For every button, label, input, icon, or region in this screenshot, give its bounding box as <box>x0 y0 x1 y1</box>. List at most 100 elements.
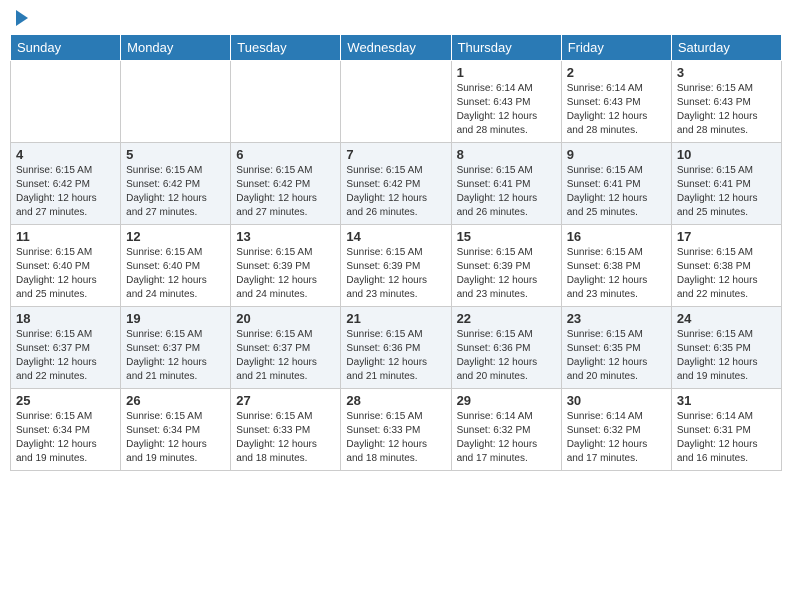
day-info: Sunrise: 6:15 AM Sunset: 6:37 PM Dayligh… <box>126 328 225 384</box>
day-number: 24 <box>677 311 776 326</box>
day-info: Sunrise: 6:15 AM Sunset: 6:37 PM Dayligh… <box>16 328 115 384</box>
calendar-cell: 27 Sunrise: 6:15 AM Sunset: 6:33 PM Dayli… <box>231 389 341 471</box>
day-number: 12 <box>126 229 225 244</box>
day-number: 7 <box>346 147 445 162</box>
day-info: Sunrise: 6:15 AM Sunset: 6:43 PM Dayligh… <box>677 82 776 138</box>
day-number: 20 <box>236 311 335 326</box>
day-info: Sunrise: 6:15 AM Sunset: 6:36 PM Dayligh… <box>346 328 445 384</box>
calendar-cell: 22 Sunrise: 6:15 AM Sunset: 6:36 PM Dayli… <box>451 307 561 389</box>
calendar-week-row: 4 Sunrise: 6:15 AM Sunset: 6:42 PM Daylig… <box>11 143 782 225</box>
day-number: 8 <box>457 147 556 162</box>
day-info: Sunrise: 6:15 AM Sunset: 6:39 PM Dayligh… <box>346 246 445 302</box>
calendar-cell: 20 Sunrise: 6:15 AM Sunset: 6:37 PM Dayli… <box>231 307 341 389</box>
day-number: 17 <box>677 229 776 244</box>
day-number: 9 <box>567 147 666 162</box>
day-header-thursday: Thursday <box>451 35 561 61</box>
calendar-cell: 29Sunrise: 6:14 AM Sunset: 6:32 PM Dayli… <box>451 389 561 471</box>
calendar-cell: 30 Sunrise: 6:14 AM Sunset: 6:32 PM Dayli… <box>561 389 671 471</box>
day-info: Sunrise: 6:15 AM Sunset: 6:34 PM Dayligh… <box>16 410 115 466</box>
calendar-cell: 3 Sunrise: 6:15 AM Sunset: 6:43 PM Daylig… <box>671 61 781 143</box>
day-info: Sunrise: 6:15 AM Sunset: 6:42 PM Dayligh… <box>126 164 225 220</box>
calendar-week-row: 25Sunrise: 6:15 AM Sunset: 6:34 PM Dayli… <box>11 389 782 471</box>
day-number: 30 <box>567 393 666 408</box>
day-header-wednesday: Wednesday <box>341 35 451 61</box>
calendar-cell: 15 Sunrise: 6:15 AM Sunset: 6:39 PM Dayli… <box>451 225 561 307</box>
day-info: Sunrise: 6:15 AM Sunset: 6:41 PM Dayligh… <box>677 164 776 220</box>
calendar-cell: 23 Sunrise: 6:15 AM Sunset: 6:35 PM Dayli… <box>561 307 671 389</box>
calendar-header-row: SundayMondayTuesdayWednesdayThursdayFrid… <box>11 35 782 61</box>
day-number: 15 <box>457 229 556 244</box>
calendar-cell: 26 Sunrise: 6:15 AM Sunset: 6:34 PM Dayli… <box>121 389 231 471</box>
day-info: Sunrise: 6:15 AM Sunset: 6:42 PM Dayligh… <box>16 164 115 220</box>
day-number: 5 <box>126 147 225 162</box>
calendar-cell <box>121 61 231 143</box>
day-number: 19 <box>126 311 225 326</box>
calendar-cell: 7 Sunrise: 6:15 AM Sunset: 6:42 PM Daylig… <box>341 143 451 225</box>
calendar-cell: 19 Sunrise: 6:15 AM Sunset: 6:37 PM Dayli… <box>121 307 231 389</box>
day-info: Sunrise: 6:14 AM Sunset: 6:31 PM Dayligh… <box>677 410 776 466</box>
day-number: 22 <box>457 311 556 326</box>
day-number: 16 <box>567 229 666 244</box>
calendar-cell: 13Sunrise: 6:15 AM Sunset: 6:39 PM Dayli… <box>231 225 341 307</box>
day-header-tuesday: Tuesday <box>231 35 341 61</box>
page-header <box>10 10 782 26</box>
day-info: Sunrise: 6:15 AM Sunset: 6:39 PM Dayligh… <box>457 246 556 302</box>
day-info: Sunrise: 6:14 AM Sunset: 6:32 PM Dayligh… <box>567 410 666 466</box>
day-info: Sunrise: 6:15 AM Sunset: 6:40 PM Dayligh… <box>16 246 115 302</box>
calendar-cell: 25Sunrise: 6:15 AM Sunset: 6:34 PM Dayli… <box>11 389 121 471</box>
day-header-monday: Monday <box>121 35 231 61</box>
calendar-cell: 31 Sunrise: 6:14 AM Sunset: 6:31 PM Dayli… <box>671 389 781 471</box>
day-number: 3 <box>677 65 776 80</box>
day-info: Sunrise: 6:15 AM Sunset: 6:41 PM Dayligh… <box>567 164 666 220</box>
day-info: Sunrise: 6:15 AM Sunset: 6:37 PM Dayligh… <box>236 328 335 384</box>
day-number: 2 <box>567 65 666 80</box>
day-number: 10 <box>677 147 776 162</box>
calendar-cell: 1Sunrise: 6:14 AM Sunset: 6:43 PM Daylig… <box>451 61 561 143</box>
day-info: Sunrise: 6:15 AM Sunset: 6:34 PM Dayligh… <box>126 410 225 466</box>
day-number: 29 <box>457 393 556 408</box>
day-number: 26 <box>126 393 225 408</box>
calendar-cell: 6 Sunrise: 6:15 AM Sunset: 6:42 PM Daylig… <box>231 143 341 225</box>
calendar-cell: 5 Sunrise: 6:15 AM Sunset: 6:42 PM Daylig… <box>121 143 231 225</box>
calendar-week-row: 1Sunrise: 6:14 AM Sunset: 6:43 PM Daylig… <box>11 61 782 143</box>
calendar-cell: 24 Sunrise: 6:15 AM Sunset: 6:35 PM Dayli… <box>671 307 781 389</box>
day-info: Sunrise: 6:15 AM Sunset: 6:38 PM Dayligh… <box>567 246 666 302</box>
calendar-week-row: 18 Sunrise: 6:15 AM Sunset: 6:37 PM Dayli… <box>11 307 782 389</box>
day-number: 18 <box>16 311 115 326</box>
calendar-cell: 11 Sunrise: 6:15 AM Sunset: 6:40 PM Dayli… <box>11 225 121 307</box>
calendar-cell: 17Sunrise: 6:15 AM Sunset: 6:38 PM Dayli… <box>671 225 781 307</box>
calendar-cell: 28Sunrise: 6:15 AM Sunset: 6:33 PM Dayli… <box>341 389 451 471</box>
calendar-cell: 2 Sunrise: 6:14 AM Sunset: 6:43 PM Daylig… <box>561 61 671 143</box>
calendar-cell: 18 Sunrise: 6:15 AM Sunset: 6:37 PM Dayli… <box>11 307 121 389</box>
day-info: Sunrise: 6:15 AM Sunset: 6:33 PM Dayligh… <box>346 410 445 466</box>
day-number: 23 <box>567 311 666 326</box>
day-info: Sunrise: 6:15 AM Sunset: 6:35 PM Dayligh… <box>567 328 666 384</box>
day-header-friday: Friday <box>561 35 671 61</box>
calendar-cell: 8Sunrise: 6:15 AM Sunset: 6:41 PM Daylig… <box>451 143 561 225</box>
day-info: Sunrise: 6:15 AM Sunset: 6:42 PM Dayligh… <box>346 164 445 220</box>
calendar-cell: 14Sunrise: 6:15 AM Sunset: 6:39 PM Dayli… <box>341 225 451 307</box>
day-info: Sunrise: 6:14 AM Sunset: 6:43 PM Dayligh… <box>567 82 666 138</box>
day-number: 11 <box>16 229 115 244</box>
day-info: Sunrise: 6:15 AM Sunset: 6:36 PM Dayligh… <box>457 328 556 384</box>
day-number: 27 <box>236 393 335 408</box>
logo <box>14 10 28 26</box>
day-info: Sunrise: 6:15 AM Sunset: 6:35 PM Dayligh… <box>677 328 776 384</box>
day-info: Sunrise: 6:14 AM Sunset: 6:43 PM Dayligh… <box>457 82 556 138</box>
calendar-cell: 4 Sunrise: 6:15 AM Sunset: 6:42 PM Daylig… <box>11 143 121 225</box>
calendar-cell: 16 Sunrise: 6:15 AM Sunset: 6:38 PM Dayli… <box>561 225 671 307</box>
calendar-cell: 9 Sunrise: 6:15 AM Sunset: 6:41 PM Daylig… <box>561 143 671 225</box>
day-number: 4 <box>16 147 115 162</box>
calendar-cell <box>341 61 451 143</box>
calendar-week-row: 11 Sunrise: 6:15 AM Sunset: 6:40 PM Dayli… <box>11 225 782 307</box>
day-header-sunday: Sunday <box>11 35 121 61</box>
day-info: Sunrise: 6:15 AM Sunset: 6:42 PM Dayligh… <box>236 164 335 220</box>
day-number: 6 <box>236 147 335 162</box>
day-number: 31 <box>677 393 776 408</box>
day-header-saturday: Saturday <box>671 35 781 61</box>
day-info: Sunrise: 6:15 AM Sunset: 6:40 PM Dayligh… <box>126 246 225 302</box>
day-number: 21 <box>346 311 445 326</box>
calendar-cell: 12 Sunrise: 6:15 AM Sunset: 6:40 PM Dayli… <box>121 225 231 307</box>
calendar-cell: 10 Sunrise: 6:15 AM Sunset: 6:41 PM Dayli… <box>671 143 781 225</box>
day-info: Sunrise: 6:15 AM Sunset: 6:33 PM Dayligh… <box>236 410 335 466</box>
